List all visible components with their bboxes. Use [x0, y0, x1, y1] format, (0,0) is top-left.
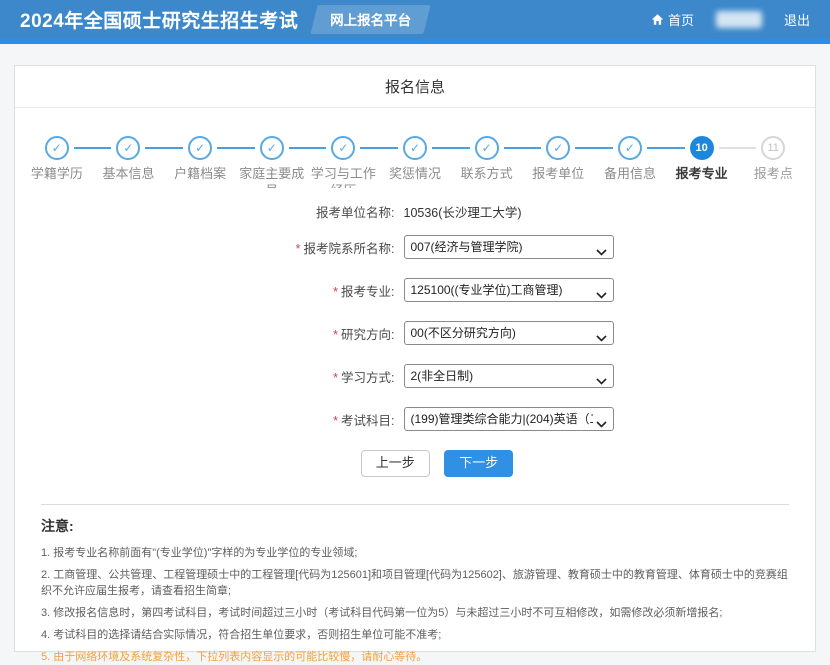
step-number: 10	[695, 143, 707, 154]
study-mode-label: 学习方式:	[341, 371, 394, 385]
step-progress-bar: ✓ 学籍学历 ✓ 基本信息 ✓ 户籍档案 ✓ 家庭主要成员 ✓ 学习与工作经历 …	[15, 136, 815, 188]
step-circle-pending: 11	[761, 136, 785, 160]
header-actions: 首页 退出	[651, 10, 810, 29]
step-label: 学籍学历	[21, 165, 93, 182]
form-row-major: *报考专业: 125100((专业学位)工商管理)	[15, 278, 815, 302]
home-link[interactable]: 首页	[651, 10, 694, 29]
required-asterisk: *	[333, 371, 338, 385]
department-label: 报考院系所名称:	[304, 242, 395, 256]
step-circle: ✓	[331, 136, 355, 160]
step-label: 报考专业	[666, 165, 738, 182]
step-circle: ✓	[188, 136, 212, 160]
step-rewards: ✓ 奖惩情况	[379, 136, 451, 188]
step-backup-info: ✓ 备用信息	[594, 136, 666, 188]
unit-name-value: 10536(长沙理工大学)	[404, 202, 614, 221]
notes-section: 注意: 1. 报考专业名称前面有"(专业学位)"字样的为专业学位的专业领域; 2…	[15, 505, 815, 665]
unit-name-label: 报考单位名称:	[217, 202, 395, 221]
check-icon: ✓	[410, 142, 420, 154]
note-item-2: 2. 工商管理、公共管理、工程管理硕士中的工程管理[代码为125601]和项目管…	[41, 567, 789, 599]
form-row-exam-subjects: *考试科目: (199)管理类综合能力|(204)英语（二） |(-...	[15, 407, 815, 431]
note-item-3: 3. 修改报名信息时，第四考试科目，考试时间超过三小时（考试科目代码第一位为5）…	[41, 605, 789, 621]
check-icon: ✓	[625, 142, 635, 154]
step-basic-info: ✓ 基本信息	[93, 136, 165, 188]
home-icon	[651, 13, 664, 26]
step-household: ✓ 户籍档案	[164, 136, 236, 188]
check-icon: ✓	[195, 142, 205, 154]
step-education: ✓ 学籍学历	[21, 136, 93, 188]
department-select[interactable]: 007(经济与管理学院)	[404, 235, 614, 259]
exam-subjects-select[interactable]: (199)管理类综合能力|(204)英语（二） |(-...	[404, 407, 614, 431]
form-row-study-mode: *学习方式: 2(非全日制)	[15, 364, 815, 388]
note-item-4: 4. 考试科目的选择请结合实际情况，符合招生单位要求，否则招生单位可能不准考;	[41, 627, 789, 643]
required-asterisk: *	[333, 285, 338, 299]
step-label: 户籍档案	[164, 165, 236, 182]
previous-step-button[interactable]: 上一步	[361, 450, 430, 477]
platform-badge: 网上报名平台	[311, 5, 431, 34]
required-asterisk: *	[333, 328, 338, 342]
home-label: 首页	[668, 10, 694, 29]
step-label: 奖惩情况	[379, 165, 451, 182]
note-item-5-warning: 5. 由于网络环境及系统复杂性，下拉列表内容显示的可能比较慢，请耐心等待。	[41, 649, 789, 665]
next-step-button[interactable]: 下一步	[444, 450, 513, 477]
form-row-department: *报考院系所名称: 007(经济与管理学院)	[15, 235, 815, 259]
check-icon: ✓	[267, 142, 277, 154]
required-asterisk: *	[333, 414, 338, 428]
major-label: 报考专业:	[341, 285, 394, 299]
research-direction-select[interactable]: 00(不区分研究方向)	[404, 321, 614, 345]
step-work-study: ✓ 学习与工作经历	[308, 136, 380, 188]
app-header: 2024年全国硕士研究生招生考试 网上报名平台 首页 退出	[0, 0, 830, 44]
step-label: 学习与工作经历	[308, 165, 380, 188]
exam-subjects-label: 考试科目:	[341, 414, 394, 428]
note-item-1: 1. 报考专业名称前面有"(专业学位)"字样的为专业学位的专业领域;	[41, 545, 789, 561]
step-exam-site: 11 报考点	[737, 136, 809, 188]
check-icon: ✓	[553, 142, 563, 154]
step-circle: ✓	[403, 136, 427, 160]
required-asterisk: *	[296, 242, 301, 256]
step-label: 报考点	[737, 165, 809, 182]
check-icon: ✓	[123, 142, 133, 154]
step-circle: ✓	[618, 136, 642, 160]
step-label: 家庭主要成员	[236, 165, 308, 188]
step-circle: ✓	[475, 136, 499, 160]
check-icon: ✓	[52, 142, 62, 154]
step-family: ✓ 家庭主要成员	[236, 136, 308, 188]
major-form: 报考单位名称: 10536(长沙理工大学) *报考院系所名称: 007(经济与管…	[15, 202, 815, 477]
step-circle: ✓	[45, 136, 69, 160]
logout-link[interactable]: 退出	[784, 10, 810, 29]
step-major: 10 报考专业	[666, 136, 738, 188]
step-target-unit: ✓ 报考单位	[522, 136, 594, 188]
form-row-unit: 报考单位名称: 10536(长沙理工大学)	[15, 202, 815, 221]
step-number: 11	[768, 143, 779, 154]
check-icon: ✓	[482, 142, 492, 154]
study-mode-select[interactable]: 2(非全日制)	[404, 364, 614, 388]
notes-title: 注意:	[41, 516, 789, 536]
step-circle-current: 10	[690, 136, 714, 160]
form-row-research-direction: *研究方向: 00(不区分研究方向)	[15, 321, 815, 345]
form-buttons: 上一步 下一步	[15, 450, 815, 477]
step-label: 联系方式	[451, 165, 523, 182]
user-name-blurred	[716, 11, 762, 28]
check-icon: ✓	[338, 142, 348, 154]
step-circle: ✓	[546, 136, 570, 160]
page-title: 报名信息	[15, 66, 815, 108]
step-label: 报考单位	[522, 165, 594, 182]
major-select[interactable]: 125100((专业学位)工商管理)	[404, 278, 614, 302]
research-direction-label: 研究方向:	[341, 328, 394, 342]
step-label: 备用信息	[594, 165, 666, 182]
step-label: 基本信息	[93, 165, 165, 182]
step-circle: ✓	[260, 136, 284, 160]
registration-card: 报名信息 ✓ 学籍学历 ✓ 基本信息 ✓ 户籍档案 ✓ 家庭主要成员 ✓ 学习与…	[14, 65, 816, 652]
step-circle: ✓	[116, 136, 140, 160]
app-title: 2024年全国硕士研究生招生考试	[20, 6, 298, 33]
step-contact: ✓ 联系方式	[451, 136, 523, 188]
